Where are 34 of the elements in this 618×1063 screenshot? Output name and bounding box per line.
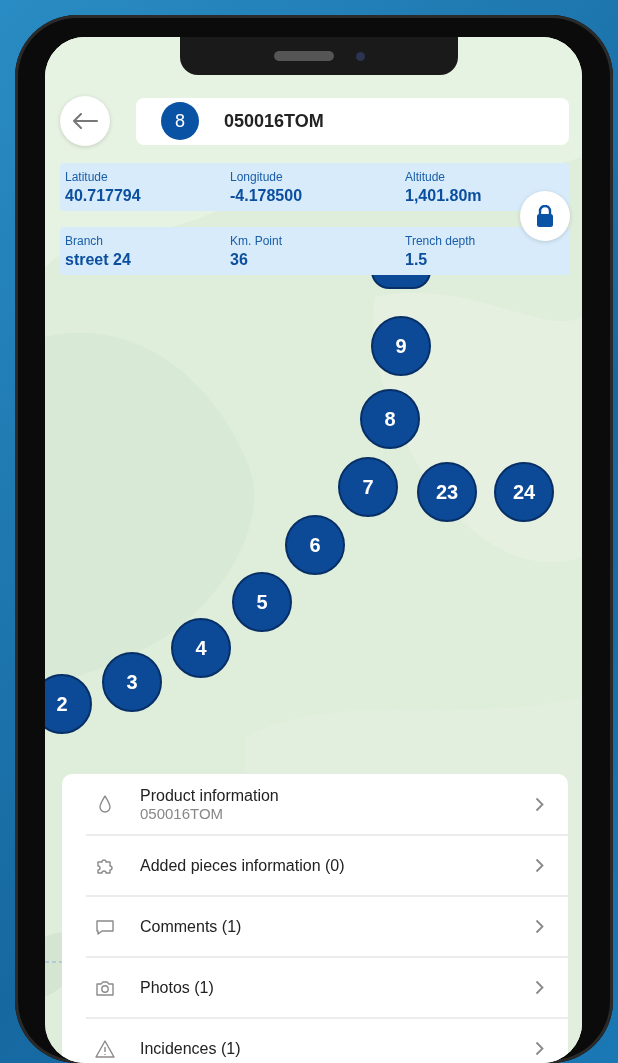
number-badge: 8 xyxy=(161,102,199,140)
field-value: 1.5 xyxy=(405,250,429,269)
lock-icon xyxy=(536,205,554,227)
chevron-icon xyxy=(535,919,544,934)
field-value: 36 xyxy=(230,250,249,269)
chevron-icon xyxy=(535,858,544,873)
field-label: Branch xyxy=(65,233,105,248)
item-title: Added pieces information (0) xyxy=(140,856,346,875)
point-title: 050016TOM xyxy=(224,110,324,132)
menu-item[interactable]: Added pieces information (0) xyxy=(86,834,568,895)
item-title: Incidences (1) xyxy=(140,1039,242,1058)
chevron-icon xyxy=(535,796,544,812)
camera-dot xyxy=(355,51,365,61)
field-label: Altitude xyxy=(405,169,447,184)
field-label: Longitude xyxy=(230,169,284,184)
field-label: Latitude xyxy=(65,169,109,184)
field-label: Trench depth xyxy=(405,233,477,248)
field-value: 40.717794 xyxy=(65,186,142,205)
chevron-icon xyxy=(535,1041,544,1056)
field-value: 1,401.80m xyxy=(405,186,483,205)
item-title: Comments (1) xyxy=(140,917,243,936)
menu-item[interactable]: Incidences (1) xyxy=(86,1017,568,1063)
item-subtitle: 050016TOM xyxy=(140,804,225,822)
menu-item[interactable]: Comments (1) xyxy=(86,895,568,956)
menu-item[interactable]: Photos (1) xyxy=(86,956,568,1017)
field-value: -4.178500 xyxy=(230,186,304,205)
menu-item[interactable]: Product information 050016TOM xyxy=(86,774,568,834)
speaker-grille xyxy=(273,51,334,61)
field-label: Km. Point xyxy=(230,233,284,248)
field-value: street 24 xyxy=(65,250,132,269)
item-title: Photos (1) xyxy=(140,978,215,997)
chevron-icon xyxy=(535,980,544,995)
back-arrow-icon xyxy=(72,113,98,129)
item-title: Product information xyxy=(140,786,280,805)
